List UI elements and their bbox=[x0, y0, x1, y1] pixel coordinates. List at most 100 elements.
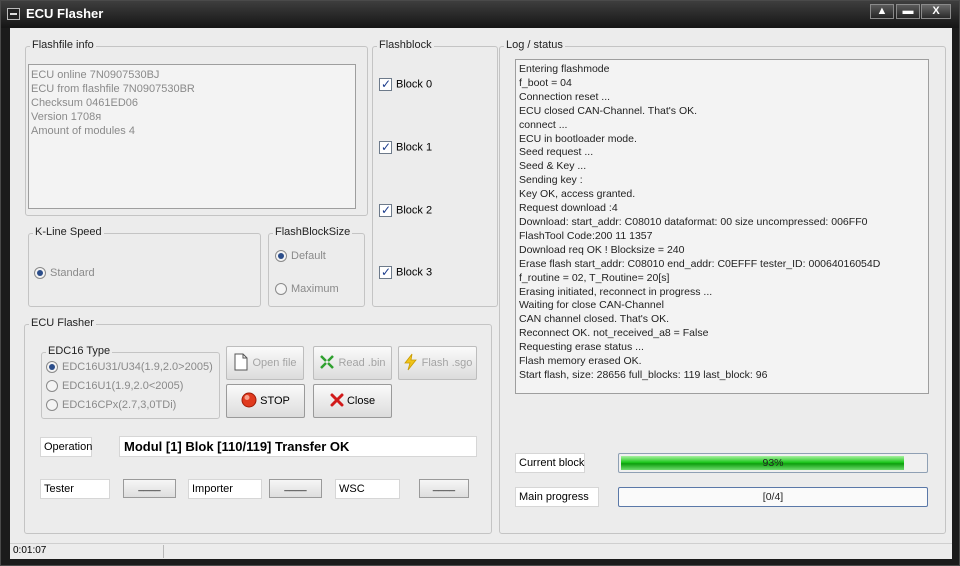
block-label: Block 3 bbox=[396, 266, 433, 279]
kline-standard-radio[interactable]: Standard bbox=[34, 267, 95, 280]
log-line: ECU in bootloader mode. bbox=[519, 132, 637, 145]
importer-value: ____ bbox=[269, 479, 322, 498]
log-line: Flash memory erased OK. bbox=[519, 355, 642, 368]
maximize-button[interactable]: ▬ bbox=[896, 4, 920, 19]
log-line: Requesting erase status ... bbox=[519, 341, 644, 354]
wsc-label: WSC bbox=[335, 479, 400, 499]
current-block-progress: 93% bbox=[618, 453, 928, 473]
log-line: Key OK, access granted. bbox=[519, 188, 636, 201]
log-status-group: Log / status Entering flashmode f_boot =… bbox=[499, 39, 946, 534]
flashfile-info-textbox[interactable]: ECU online 7N0907530BJ ECU from flashfil… bbox=[28, 64, 356, 209]
app-menu-icon[interactable] bbox=[7, 8, 20, 20]
arrows-icon bbox=[319, 354, 335, 373]
checkbox-checked-icon bbox=[379, 203, 392, 217]
window-title: ECU Flasher bbox=[26, 6, 104, 21]
log-line: Erasing initiated, reconnect in progress… bbox=[519, 285, 713, 298]
operation-value: Modul [1] Blok [110/119] Transfer OK bbox=[119, 436, 477, 457]
close-label: Close bbox=[346, 395, 376, 407]
edc16-u1-radio[interactable]: EDC16U1(1.9,2.0<2005) bbox=[46, 380, 184, 393]
log-line: f_routine = 02, T_Routine= 20[s] bbox=[519, 271, 670, 284]
edc16-u31-radio[interactable]: EDC16U31/U34(1.9,2.0>2005) bbox=[46, 361, 213, 374]
flash-sgo-button[interactable]: Flash .sgo bbox=[398, 346, 477, 380]
info-line: ECU from flashfile 7N0907530BR bbox=[31, 83, 195, 95]
checkbox-checked-icon bbox=[379, 265, 392, 279]
block-label: Block 2 bbox=[396, 204, 433, 217]
radio-selected-icon bbox=[46, 361, 58, 374]
block-1-checkbox[interactable]: Block 1 bbox=[379, 140, 433, 155]
log-line: ECU closed CAN-Channel. That's OK. bbox=[519, 104, 698, 117]
info-line: Checksum 0461ED06 bbox=[31, 97, 139, 109]
blocksize-default-radio[interactable]: Default bbox=[275, 250, 326, 263]
edc16-type-group: EDC16 Type EDC16U31/U34(1.9,2.0>2005) ED… bbox=[41, 345, 220, 419]
log-line: Start flash, size: 28656 full_blocks: 11… bbox=[519, 368, 768, 381]
info-line: Version 1708я bbox=[31, 111, 102, 123]
main-panel: Flashfile info ECU online 7N0907530BJ EC… bbox=[10, 28, 952, 543]
checkbox-checked-icon bbox=[379, 140, 392, 154]
block-0-checkbox[interactable]: Block 0 bbox=[379, 77, 433, 92]
log-line: Sending key : bbox=[519, 174, 583, 187]
log-line: FlashTool Code:200 11 1357 bbox=[519, 229, 653, 242]
main-progress-text: [0/4] bbox=[762, 491, 784, 503]
ecu-flasher-label: ECU Flasher bbox=[29, 317, 96, 329]
flashblocksize-label: FlashBlockSize bbox=[273, 226, 353, 238]
wsc-value: ____ bbox=[419, 479, 469, 498]
status-bar: 0:01:07 bbox=[10, 543, 952, 559]
radio-unselected-icon bbox=[46, 380, 58, 393]
importer-label: Importer bbox=[188, 479, 262, 499]
blocksize-maximum-radio[interactable]: Maximum bbox=[275, 283, 339, 296]
flashblock-group: Flashblock Block 0 Block 1 Block 2 Block… bbox=[372, 39, 498, 307]
log-line: f_boot = 04 bbox=[519, 76, 572, 89]
log-textbox[interactable]: Entering flashmode f_boot = 04 Connectio… bbox=[515, 59, 929, 394]
log-line: connect ... bbox=[519, 118, 568, 131]
block-label: Block 1 bbox=[396, 141, 433, 154]
blocksize-maximum-label: Maximum bbox=[291, 283, 339, 295]
kline-speed-label: K-Line Speed bbox=[33, 226, 104, 238]
main-progress: [0/4] bbox=[618, 487, 928, 507]
flashblocksize-group: FlashBlockSize Default Maximum bbox=[268, 226, 365, 307]
stop-label: STOP bbox=[260, 395, 290, 407]
edc16-option-label: EDC16CPx(2.7,3,0TDi) bbox=[62, 399, 177, 411]
log-line: CAN channel closed. That's OK. bbox=[519, 313, 670, 326]
main-progress-label: Main progress bbox=[515, 487, 599, 507]
kline-standard-label: Standard bbox=[50, 267, 95, 279]
info-line: ECU online 7N0907530BJ bbox=[31, 69, 160, 81]
close-window-button[interactable]: X bbox=[921, 4, 951, 19]
log-line: Entering flashmode bbox=[519, 63, 610, 75]
close-button[interactable]: Close bbox=[313, 384, 392, 418]
block-3-checkbox[interactable]: Block 3 bbox=[379, 265, 433, 280]
current-block-text: 93% bbox=[762, 457, 784, 469]
document-icon bbox=[233, 353, 249, 374]
kline-speed-group: K-Line Speed Standard bbox=[28, 226, 261, 307]
edc16-cpx-radio[interactable]: EDC16CPx(2.7,3,0TDi) bbox=[46, 399, 177, 412]
operation-label: Operation bbox=[40, 437, 92, 457]
log-line: Request download :4 bbox=[519, 202, 618, 215]
radio-unselected-icon bbox=[46, 399, 58, 412]
app-window: ECU Flasher ▲ ▬ X Flashfile info ECU onl… bbox=[0, 0, 960, 566]
log-line: Seed request ... bbox=[519, 146, 594, 159]
title-bar[interactable]: ECU Flasher ▲ ▬ X bbox=[1, 1, 959, 28]
log-line: Erase flash start_addr: C08010 end_addr:… bbox=[519, 257, 881, 270]
lightning-icon bbox=[403, 353, 419, 374]
flashfile-info-group: Flashfile info ECU online 7N0907530BJ EC… bbox=[25, 39, 368, 216]
edc16-type-label: EDC16 Type bbox=[46, 345, 113, 357]
radio-selected-icon bbox=[275, 250, 287, 263]
stop-button[interactable]: STOP bbox=[226, 384, 305, 418]
edc16-option-label: EDC16U1(1.9,2.0<2005) bbox=[62, 380, 184, 392]
close-x-icon bbox=[330, 393, 344, 410]
flashfile-info-label: Flashfile info bbox=[30, 39, 96, 51]
radio-unselected-icon bbox=[275, 283, 287, 296]
blocksize-default-label: Default bbox=[291, 250, 326, 262]
read-bin-button[interactable]: Read .bin bbox=[313, 346, 392, 380]
tester-value: ____ bbox=[123, 479, 176, 498]
log-line: Download req OK ! Blocksize = 240 bbox=[519, 243, 685, 256]
block-label: Block 0 bbox=[396, 78, 433, 91]
block-2-checkbox[interactable]: Block 2 bbox=[379, 203, 433, 218]
current-block-label: Current block bbox=[515, 453, 585, 473]
log-line: Download: start_addr: C08010 dataformat:… bbox=[519, 215, 868, 228]
open-file-button[interactable]: Open file bbox=[226, 346, 304, 380]
stop-icon bbox=[241, 392, 257, 411]
flashblock-label: Flashblock bbox=[377, 39, 434, 51]
elapsed-time: 0:01:07 bbox=[12, 545, 164, 558]
log-status-label: Log / status bbox=[504, 39, 565, 51]
minimize-button[interactable]: ▲ bbox=[870, 4, 894, 19]
